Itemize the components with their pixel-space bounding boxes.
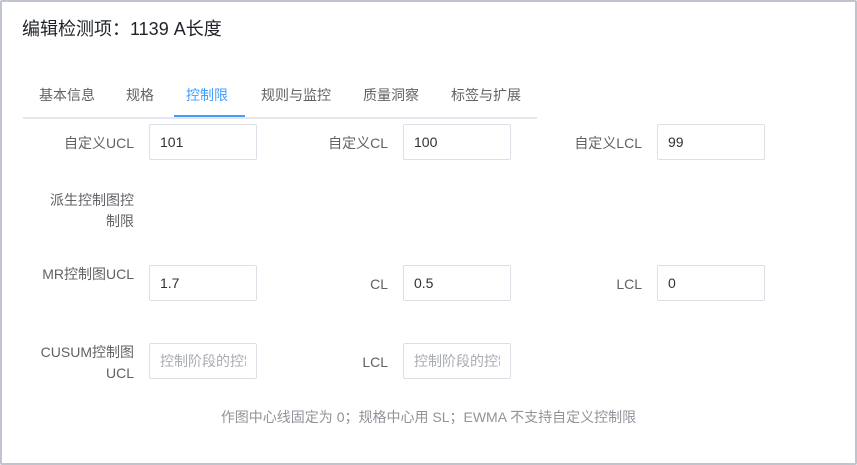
custom-ucl-label: 自定义UCL (63, 135, 134, 151)
custom-lcl-input[interactable] (657, 124, 765, 160)
mr-cl-input[interactable] (403, 265, 511, 301)
tab-control-limits[interactable]: 控制限 (186, 85, 228, 105)
tab-spec[interactable]: 规格 (126, 85, 154, 105)
cusum-ucl-label: CUSUM控制图 UCL (40, 344, 134, 381)
active-tab-indicator (174, 115, 245, 117)
tab-quality-insight[interactable]: 质量洞察 (363, 85, 419, 105)
tab-rules-monitoring[interactable]: 规则与监控 (261, 85, 331, 105)
cusum-ucl-input[interactable] (149, 343, 257, 379)
tab-tags-extensions[interactable]: 标签与扩展 (451, 85, 521, 105)
custom-ucl-input[interactable] (149, 124, 257, 160)
mr-lcl-label: LCL (616, 276, 642, 292)
custom-cl-input[interactable] (403, 124, 511, 160)
mr-lcl-input[interactable] (657, 265, 765, 301)
mr-ucl-input[interactable] (149, 265, 257, 301)
cusum-lcl-label: LCL (362, 354, 388, 370)
cusum-lcl-input[interactable] (403, 343, 511, 379)
mr-cl-label: CL (370, 276, 388, 292)
tab-basic-info[interactable]: 基本信息 (39, 85, 95, 105)
custom-cl-label: 自定义CL (328, 135, 388, 151)
derived-limits-label: 派生控制图控制限 (50, 192, 134, 229)
edit-dialog: 编辑检测项：1139 A长度 基本信息 规格 控制限 规则与监控 质量洞察 标签… (0, 0, 857, 465)
control-limit-hint: 作图中心线固定为 0；规格中心用 SL；EWMA 不支持自定义控制限 (220, 409, 637, 425)
tab-bar: 基本信息 规格 控制限 规则与监控 质量洞察 标签与扩展 (23, 73, 537, 119)
dialog-title: 编辑检测项：1139 A长度 (22, 19, 222, 39)
mr-ucl-label: MR控制图UCL (42, 266, 134, 282)
custom-lcl-label: 自定义LCL (574, 135, 642, 151)
